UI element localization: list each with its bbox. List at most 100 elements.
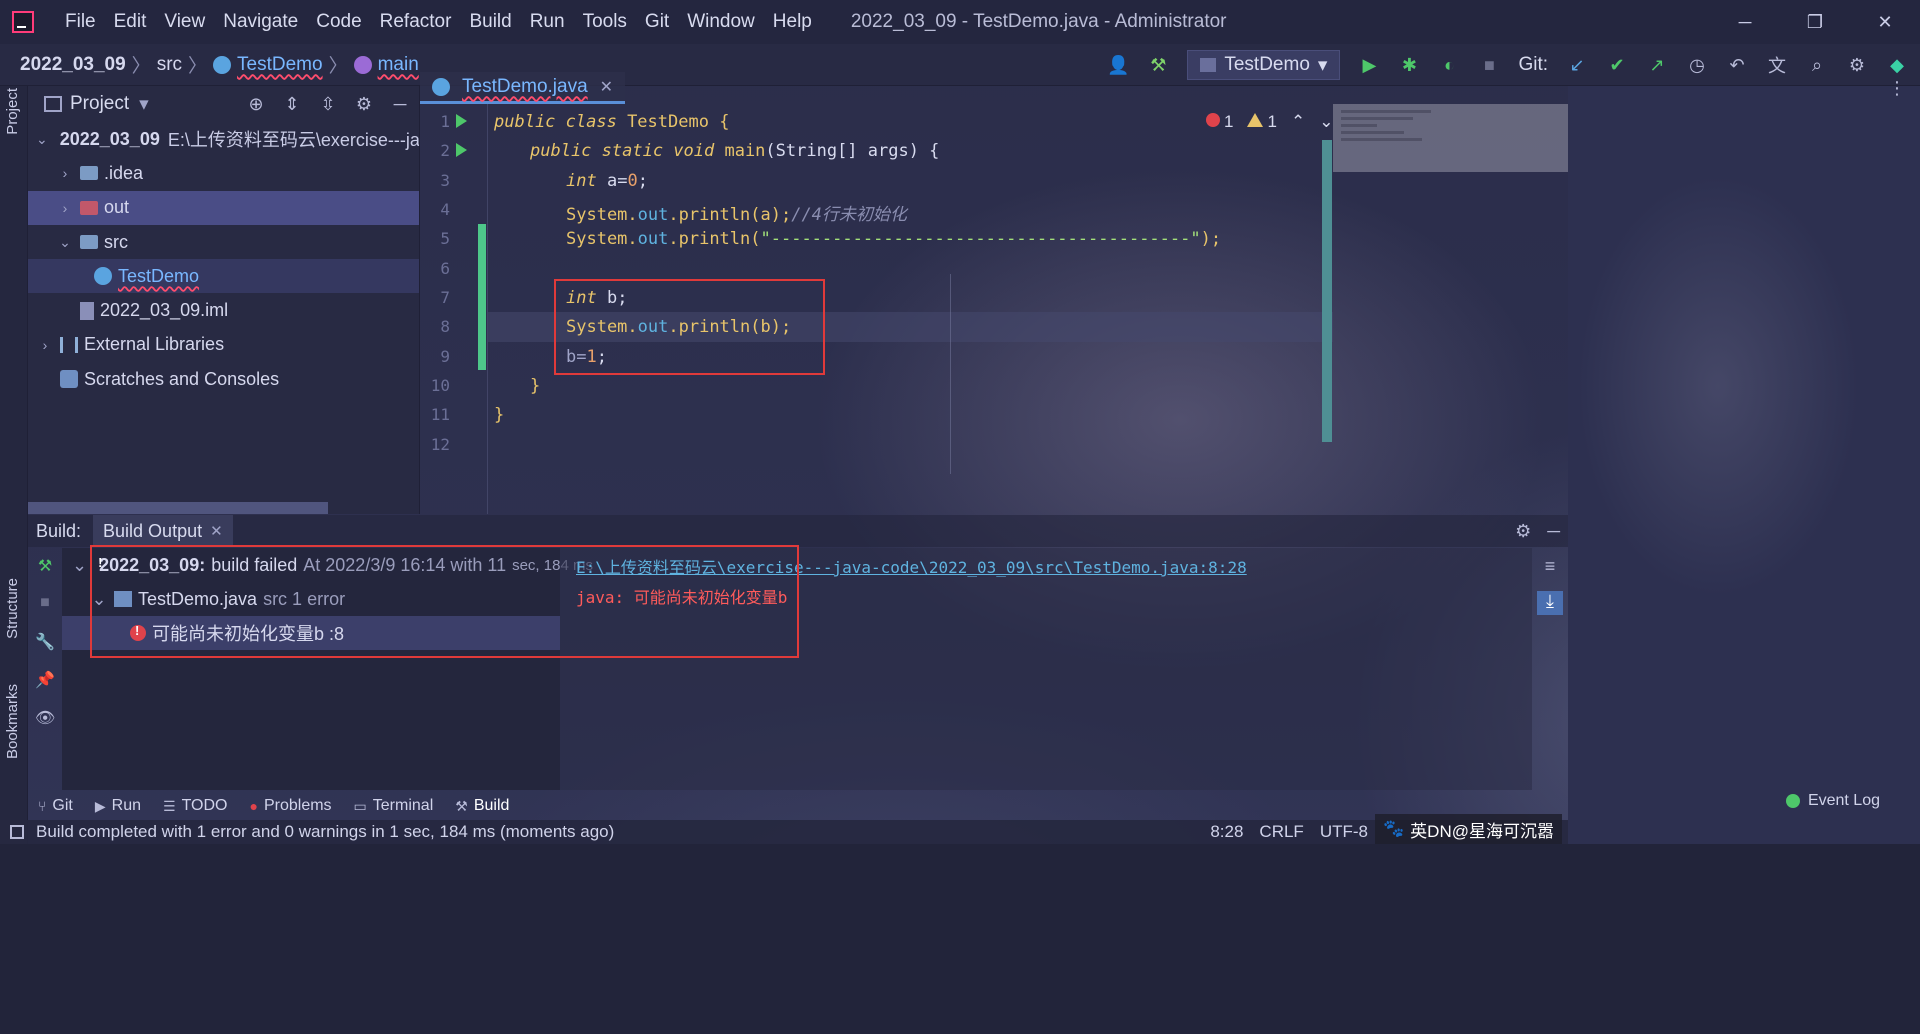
menu-window[interactable]: Window <box>678 0 764 44</box>
chevron-down-icon[interactable]: ⌄ <box>1319 112 1333 132</box>
minimize-button[interactable]: ─ <box>1710 0 1780 44</box>
soft-wrap-icon[interactable]: ≡ <box>1545 556 1556 577</box>
hide-icon[interactable]: ─ <box>389 93 411 115</box>
tree-item-out[interactable]: › out <box>28 190 419 225</box>
tree-item-label: External Libraries <box>84 334 225 355</box>
more-vertical-icon[interactable]: ⋮ <box>1888 78 1906 99</box>
menu-run[interactable]: Run <box>521 0 574 44</box>
project-view-icon <box>44 96 62 112</box>
run-main-icon[interactable] <box>456 143 467 157</box>
breadcrumb-class[interactable]: TestDemo <box>237 54 323 76</box>
line-number: 2 <box>440 141 450 160</box>
breadcrumb-project[interactable]: 2022_03_09 <box>20 54 126 76</box>
toggle-tool-windows-icon[interactable] <box>10 825 24 839</box>
project-panel: Project ▾ ⊕ ⇕ ⇳ ⚙ ─ ⌄ 2022_03_09 E:\上传资料… <box>28 86 420 514</box>
project-panel-title[interactable]: Project <box>70 93 129 115</box>
project-tool-button[interactable]: Project <box>4 88 21 135</box>
event-log-icon <box>1785 794 1800 808</box>
tool-tab-run[interactable]: ▶ Run <box>95 797 141 815</box>
menu-view[interactable]: View <box>155 0 214 44</box>
event-log-label: Event Log <box>1807 792 1880 809</box>
terminal-icon: ▭ <box>353 797 367 814</box>
build-hammer-icon[interactable]: ⚒ <box>35 556 55 576</box>
tree-item-testdemo[interactable]: TestDemo <box>28 259 419 294</box>
warning-count[interactable]: 1 <box>1247 112 1277 132</box>
stop-icon[interactable]: ■ <box>35 594 55 614</box>
hide-icon[interactable]: ─ <box>1547 521 1560 542</box>
line-number: 1 <box>440 112 450 131</box>
event-log-button[interactable]: Event Log <box>1785 792 1880 810</box>
status-widgets: 8:28 CRLF UTF-8 <box>1210 820 1368 844</box>
scroll-to-end-icon[interactable]: ⤓ <box>1537 591 1563 615</box>
gear-icon[interactable]: ⚙ <box>353 93 375 115</box>
editor-scrollbar[interactable] <box>1322 140 1332 442</box>
error-count[interactable]: 1 <box>1206 112 1233 132</box>
editor-gutter: 1 2 3 4 5 6 7 8 9 10 11 12 <box>420 104 488 514</box>
caret-position[interactable]: 8:28 <box>1210 822 1243 842</box>
tool-tab-terminal[interactable]: ▭ Terminal <box>354 797 434 815</box>
window-title: 2022_03_09 - TestDemo.java - Administrat… <box>850 11 1227 32</box>
chevron-down-icon: ⌄ <box>72 554 88 575</box>
tool-tab-problems[interactable]: ● Problems <box>250 797 332 815</box>
tool-tab-build[interactable]: ⚒ Build <box>455 797 509 815</box>
run-config-icon <box>1200 58 1217 72</box>
eye-icon[interactable]: 👁 <box>35 708 55 728</box>
pin-icon[interactable]: 📌 <box>35 670 55 690</box>
menu-git[interactable]: Git <box>636 0 678 44</box>
gear-icon[interactable]: ⚙ <box>1515 521 1531 542</box>
inspection-widget[interactable]: 1 1 ⌃ ⌄ <box>1206 112 1333 132</box>
error-icon <box>1206 113 1220 127</box>
tool-tab-git[interactable]: ⑂ Git <box>38 797 73 815</box>
chevron-down-icon[interactable]: ▾ <box>139 93 149 116</box>
restore-button[interactable]: ❐ <box>1780 0 1850 44</box>
horizontal-scrollbar[interactable] <box>28 502 328 514</box>
close-button[interactable]: ✕ <box>1850 0 1920 44</box>
menu-build[interactable]: Build <box>460 0 520 44</box>
tree-item-idea[interactable]: › .idea <box>28 156 419 190</box>
menu-help[interactable]: Help <box>764 0 821 44</box>
menu-tools[interactable]: Tools <box>574 0 636 44</box>
menu-navigate[interactable]: Navigate <box>214 0 307 44</box>
tree-item-src[interactable]: ⌄ src <box>28 225 419 259</box>
menu-file[interactable]: File <box>56 0 105 44</box>
status-message[interactable]: Build completed with 1 error and 0 warni… <box>36 822 614 842</box>
tree-item-external-libraries[interactable]: › External Libraries <box>28 328 419 362</box>
wrench-icon[interactable]: 🔧 <box>35 632 55 652</box>
line-number: 11 <box>430 405 450 424</box>
editor-background-art <box>1568 86 1920 844</box>
breadcrumb-folder[interactable]: src <box>157 54 182 76</box>
run-class-icon[interactable] <box>456 114 467 128</box>
class-icon <box>432 77 450 96</box>
scratches-icon <box>60 370 78 389</box>
expand-all-icon[interactable]: ⇕ <box>281 93 303 115</box>
tool-window-bar: ⑂ Git ▶ Run ☰ TODO ● Problems ▭ Terminal ⚒ Bui… <box>28 792 1568 820</box>
code-minimap[interactable] <box>1333 104 1568 172</box>
build-side-toolbar: ⚒ ■ 🔧 📌 👁 <box>28 548 62 790</box>
menu-code[interactable]: Code <box>307 0 370 44</box>
tree-item-label: TestDemo <box>118 265 200 286</box>
chevron-right-icon: › <box>42 336 48 353</box>
menu-edit[interactable]: Edit <box>105 0 156 44</box>
tab-build-output[interactable]: Build Output ✕ <box>93 515 233 547</box>
locate-icon[interactable]: ⊕ <box>245 93 267 115</box>
tool-tab-todo[interactable]: ☰ TODO <box>163 797 228 815</box>
breadcrumb-method[interactable]: main <box>378 54 419 76</box>
collapse-all-icon[interactable]: ⇳ <box>317 93 339 115</box>
menu-refactor[interactable]: Refactor <box>371 0 461 44</box>
code-line-11: } <box>494 405 505 425</box>
line-separator[interactable]: CRLF <box>1259 822 1303 842</box>
chevron-up-icon[interactable]: ⌃ <box>1291 112 1305 132</box>
tree-item-iml[interactable]: 2022_03_09.iml <box>28 293 419 327</box>
bookmarks-tool-button[interactable]: Bookmarks <box>4 684 21 759</box>
file-encoding[interactable]: UTF-8 <box>1320 822 1368 842</box>
structure-tool-button[interactable]: Structure <box>4 578 21 639</box>
tree-item-scratches[interactable]: Scratches and Consoles <box>28 362 419 396</box>
tab-testdemo-java[interactable]: TestDemo.java ✕ <box>420 72 626 104</box>
tab-label: Build Output <box>103 520 203 541</box>
tree-item-label: .idea <box>104 162 144 183</box>
tree-root[interactable]: ⌄ 2022_03_09 E:\上传资料至码云\exercise---java-… <box>28 122 419 156</box>
close-icon[interactable]: ✕ <box>600 77 613 97</box>
close-icon[interactable]: ✕ <box>210 522 223 540</box>
vcs-change-marker[interactable] <box>478 224 486 370</box>
watermark-badge: 🐾 英DN@星海可沉嚣 <box>1375 814 1562 844</box>
